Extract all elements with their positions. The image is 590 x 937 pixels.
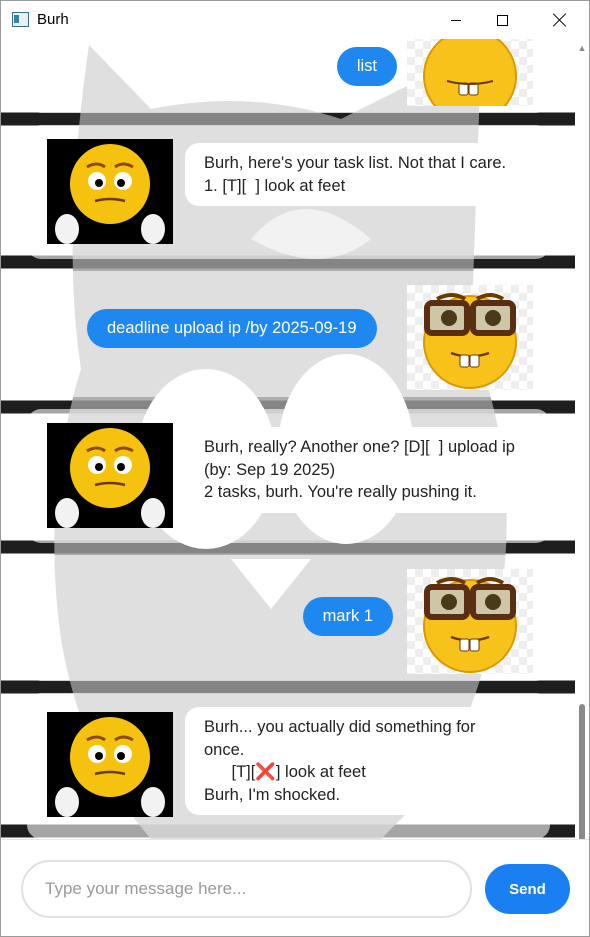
user-message-row: list <box>27 39 550 113</box>
message-input[interactable] <box>21 860 472 918</box>
nerd-emoji-avatar <box>407 285 533 390</box>
app-window: Burh list Burh, here's your task list. N… <box>0 0 590 937</box>
bot-message-row: Burh, here's your task list. Not that I … <box>27 125 550 259</box>
bot-message-text: Burh... you actually did something for o… <box>204 718 476 804</box>
user-message-bubble: list <box>336 47 397 86</box>
worried-emoji-avatar <box>47 423 173 528</box>
maximize-icon <box>496 14 508 26</box>
bot-message-row: Burh, really? Another one? [D][ ] upload… <box>27 409 550 543</box>
minimize-icon <box>451 19 461 21</box>
worried-emoji-avatar <box>47 139 173 244</box>
message-input-bar: Send <box>1 839 589 936</box>
bot-message-row: Burh... you actually did something for o… <box>27 693 550 839</box>
user-message-bubble: mark 1 <box>302 597 393 636</box>
bot-message-bubble: Burh, really? Another one? [D][ ] upload… <box>185 427 533 513</box>
close-icon <box>553 13 567 27</box>
vertical-scrollbar[interactable]: ▲ ▼ <box>575 39 589 863</box>
bot-message-bubble: Burh, here's your task list. Not that I … <box>185 143 533 206</box>
bot-message-text: Burh, really? Another one? [D][ ] upload… <box>204 438 515 501</box>
close-button[interactable] <box>537 1 583 39</box>
chat-scroll-pane[interactable]: list Burh, here's your task list. Not th… <box>1 39 575 839</box>
title-bar[interactable]: Burh <box>1 1 589 39</box>
minimize-button[interactable] <box>433 1 479 39</box>
send-button[interactable]: Send <box>485 864 570 914</box>
nerd-emoji-avatar <box>407 569 533 674</box>
worried-emoji-avatar <box>47 712 173 817</box>
nerd-emoji-avatar <box>407 39 533 106</box>
maximize-button[interactable] <box>479 1 525 39</box>
bot-message-text: Burh, here's your task list. Not that I … <box>204 154 507 195</box>
app-window-icon <box>12 12 29 27</box>
window-title: Burh <box>37 11 69 28</box>
bot-message-bubble: Burh... you actually did something for o… <box>185 707 533 815</box>
user-message-row: mark 1 <box>27 555 550 681</box>
user-message-bubble: deadline upload ip /by 2025-09-19 <box>87 309 377 348</box>
user-message-row: deadline upload ip /by 2025-09-19 <box>27 271 550 397</box>
scrollbar-thumb[interactable] <box>579 704 585 848</box>
scroll-up-arrow-icon[interactable]: ▲ <box>575 41 589 55</box>
